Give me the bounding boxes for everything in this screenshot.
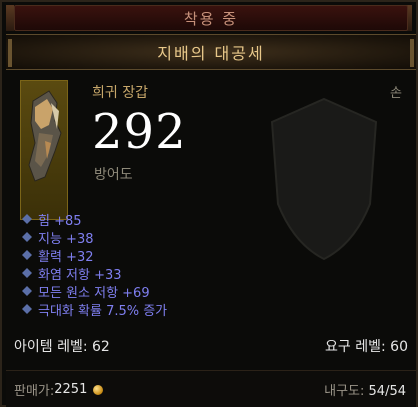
stat-text: 화염 저항 +33 bbox=[38, 267, 122, 283]
durability-value: 54/54 bbox=[368, 384, 406, 399]
durability-label: 내구도: bbox=[324, 384, 369, 399]
stats-list: 힘 +85 지능 +38 활력 +32 화염 저항 +33 모든 원소 저항 +… bbox=[20, 210, 340, 319]
diamond-bullet-icon bbox=[22, 232, 32, 242]
item-name: 지배의 대공세 bbox=[157, 44, 265, 63]
diamond-bullet-icon bbox=[22, 268, 32, 278]
required-level: 요구 레벨: 60 bbox=[325, 339, 408, 355]
sell-price-value: 2251 bbox=[54, 382, 88, 397]
level-row: 아이템 레벨: 62 요구 레벨: 60 bbox=[14, 336, 408, 356]
gauntlet-icon bbox=[28, 90, 62, 182]
header-left-bar bbox=[8, 39, 12, 67]
armor-label: 방어도 bbox=[94, 167, 133, 183]
diamond-bullet-icon bbox=[22, 214, 32, 224]
stat-text: 지능 +38 bbox=[38, 231, 94, 247]
diamond-bullet-icon bbox=[22, 250, 32, 260]
item-body: 희귀 장갑 손 292 방어도 힘 +85 지능 +38 활력 +32 화염 저… bbox=[14, 74, 408, 370]
stat-text: 모든 원소 저항 +69 bbox=[38, 285, 150, 301]
item-name-header: 지배의 대공세 bbox=[6, 34, 416, 70]
item-type: 희귀 장갑 bbox=[92, 85, 148, 101]
stat-line: 극대화 확률 7.5% 증가 bbox=[20, 300, 340, 319]
stat-line: 활력 +32 bbox=[20, 246, 340, 265]
diamond-bullet-icon bbox=[22, 286, 32, 296]
armor-value: 292 bbox=[92, 104, 187, 160]
header-right-bar bbox=[410, 39, 414, 67]
stat-line: 모든 원소 저항 +69 bbox=[20, 282, 340, 301]
sell-price: 판매가: 2251 bbox=[14, 380, 104, 399]
diamond-bullet-icon bbox=[22, 304, 32, 314]
sell-price-label: 판매가: bbox=[14, 384, 55, 399]
item-slot: 손 bbox=[390, 86, 402, 101]
gold-coin-icon bbox=[93, 384, 104, 395]
durability: 내구도: 54/54 bbox=[324, 380, 406, 399]
stat-line: 힘 +85 bbox=[20, 210, 340, 229]
tooltip-footer: 판매가: 2251 내구도: 54/54 bbox=[6, 370, 416, 407]
stat-line: 지능 +38 bbox=[20, 228, 340, 247]
stat-text: 극대화 확률 7.5% 증가 bbox=[38, 303, 168, 319]
item-icon-frame bbox=[20, 80, 68, 220]
stat-text: 활력 +32 bbox=[38, 249, 94, 265]
equipped-label: 착용 중 bbox=[183, 9, 239, 28]
tab-left-ornament bbox=[6, 5, 14, 31]
item-tooltip: 착용 중 지배의 대공세 희귀 장갑 손 292 방어도 힘 +85 지능 +3… bbox=[0, 0, 418, 407]
stat-text: 힘 +85 bbox=[38, 213, 82, 229]
equipped-tab: 착용 중 bbox=[14, 5, 408, 31]
item-level: 아이템 레벨: 62 bbox=[14, 339, 110, 355]
stat-line: 화염 저항 +33 bbox=[20, 264, 340, 283]
